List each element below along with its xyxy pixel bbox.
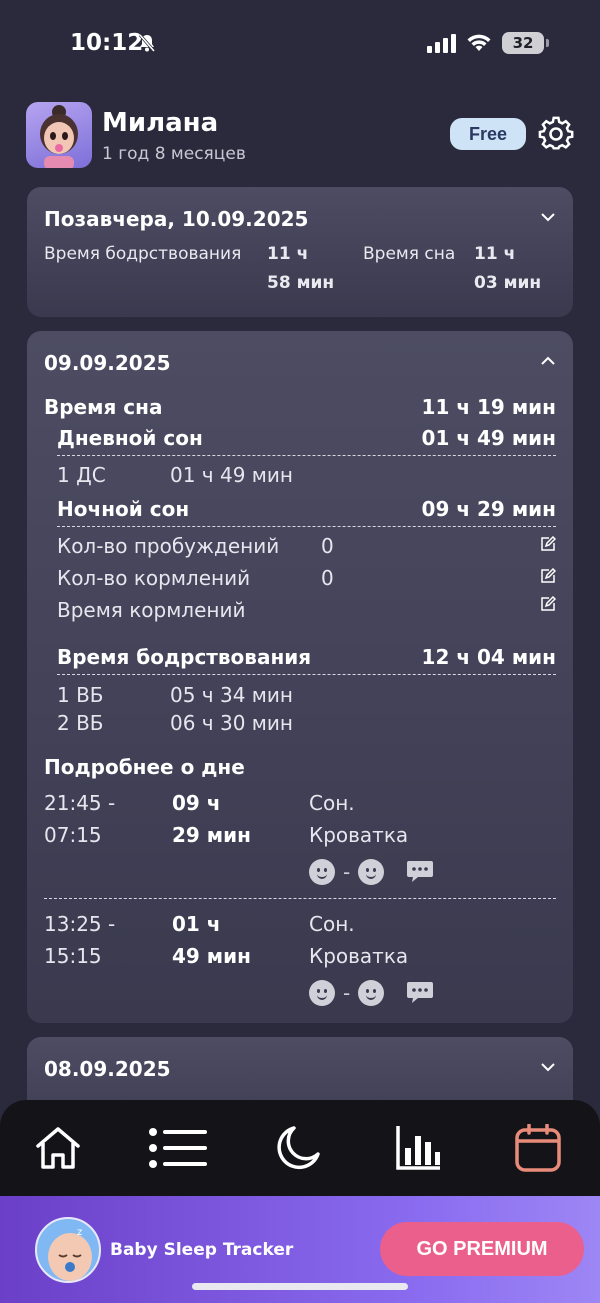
- awake-item-value: 05 ч 34 мин: [170, 683, 293, 707]
- divider: [57, 526, 556, 527]
- profile-header: Милана 1 год 8 месяцев Free: [26, 100, 576, 170]
- plan-badge[interactable]: Free: [450, 118, 526, 150]
- card-title: Позавчера, 10.09.2025: [44, 207, 309, 231]
- entry-place: Кроватка: [309, 823, 409, 847]
- sleep-label: Время сна: [363, 244, 456, 264]
- moon-icon[interactable]: [274, 1124, 322, 1172]
- entry-mood: -: [309, 980, 434, 1006]
- calendar-icon[interactable]: [515, 1124, 561, 1172]
- status-bar: 10:12 32: [0, 0, 600, 90]
- chevron-down-icon[interactable]: [540, 211, 556, 223]
- night-sleep-label: Ночной сон: [57, 497, 190, 521]
- list-icon[interactable]: [146, 1124, 208, 1172]
- entry-time-start: 13:25 -: [44, 912, 116, 936]
- edit-icon[interactable]: [540, 596, 556, 612]
- divider: [57, 674, 556, 675]
- child-avatar[interactable]: [26, 102, 92, 168]
- smile-face-icon: [309, 980, 335, 1006]
- details-title: Подробнее о дне: [44, 755, 245, 779]
- child-name: Милана: [102, 108, 219, 138]
- bottom-tab-bar: [0, 1100, 600, 1200]
- day-sleep-item-label: 1 ДС: [57, 463, 106, 487]
- sleeping-baby-icon: z: [48, 1227, 92, 1281]
- card-title: 09.09.2025: [44, 351, 171, 375]
- edit-icon[interactable]: [540, 536, 556, 552]
- day-sleep-label: Дневной сон: [57, 426, 203, 450]
- go-premium-button[interactable]: GO PREMIUM: [380, 1222, 584, 1276]
- day-sleep-value: 01 ч 49 мин: [421, 426, 556, 450]
- entry-time-end: 07:15: [44, 823, 102, 847]
- awake-item-label: 1 ВБ: [57, 683, 104, 707]
- child-age: 1 год 8 месяцев: [102, 144, 246, 164]
- edit-icon[interactable]: [540, 568, 556, 584]
- comment-icon[interactable]: [406, 860, 434, 884]
- awake-value-hours: 11 ч: [267, 244, 309, 264]
- home-indicator: [192, 1283, 408, 1290]
- night-sleep-value: 09 ч 29 мин: [421, 497, 556, 521]
- feedings-label: Кол-во кормлений: [57, 566, 251, 590]
- entry-duration-minutes: 49 мин: [172, 944, 251, 968]
- awake-item-label: 2 ВБ: [57, 711, 104, 735]
- feedings-value: 0: [321, 566, 334, 590]
- bell-muted-icon: [138, 34, 156, 52]
- entry-place: Кроватка: [309, 944, 409, 968]
- home-icon[interactable]: [34, 1124, 82, 1172]
- entry-time-end: 15:15: [44, 944, 102, 968]
- sleep-total-label: Время сна: [44, 395, 163, 419]
- entry-mood: -: [309, 859, 434, 885]
- awake-item-value: 06 ч 30 мин: [170, 711, 293, 735]
- comment-icon[interactable]: [406, 981, 434, 1005]
- divider: [57, 455, 556, 456]
- gear-icon[interactable]: [538, 116, 574, 152]
- awake-label: Время бодрствования: [44, 244, 242, 264]
- awake-value-minutes: 58 мин: [267, 273, 335, 293]
- awake-total-value: 12 ч 04 мин: [421, 645, 556, 669]
- entry-duration-hours: 01 ч: [172, 912, 221, 936]
- wakeups-value: 0: [321, 534, 334, 558]
- status-time: 10:12: [70, 30, 144, 56]
- sleep-total-value: 11 ч 19 мин: [421, 395, 556, 419]
- entry-duration-minutes: 29 мин: [172, 823, 251, 847]
- entry-time-start: 21:45 -: [44, 791, 116, 815]
- day-sleep-item-value: 01 ч 49 мин: [170, 463, 293, 487]
- battery-indicator: 32: [502, 32, 549, 54]
- app-logo: z: [35, 1217, 101, 1283]
- stats-icon[interactable]: [396, 1124, 442, 1172]
- entry-type: Сон.: [309, 912, 355, 936]
- entry-duration-hours: 09 ч: [172, 791, 221, 815]
- day-card-expanded: 09.09.2025 Время сна 11 ч 19 мин Дневной…: [27, 331, 573, 1023]
- chevron-down-icon[interactable]: [540, 1061, 556, 1073]
- child-portrait-icon: [40, 105, 78, 168]
- smile-face-icon: [358, 859, 385, 885]
- card-title: 08.09.2025: [44, 1057, 171, 1081]
- divider: [44, 898, 556, 899]
- awake-total-label: Время бодрствования: [57, 645, 312, 669]
- wifi-icon: [467, 34, 491, 51]
- smile-face-icon: [358, 980, 385, 1006]
- wakeups-label: Кол-во пробуждений: [57, 534, 280, 558]
- sleep-value-minutes: 03 мин: [474, 273, 542, 293]
- feeding-time-label: Время кормлений: [57, 598, 246, 622]
- day-card-prev[interactable]: Позавчера, 10.09.2025 Время бодрствовани…: [27, 187, 573, 317]
- chevron-up-icon[interactable]: [540, 355, 556, 367]
- app-name: Baby Sleep Tracker: [110, 1240, 294, 1260]
- smile-face-icon: [309, 859, 335, 885]
- entry-type: Сон.: [309, 791, 355, 815]
- cellular-signal-icon: [427, 33, 456, 53]
- svg-text:z: z: [77, 1227, 82, 1238]
- sleep-value-hours: 11 ч: [474, 244, 516, 264]
